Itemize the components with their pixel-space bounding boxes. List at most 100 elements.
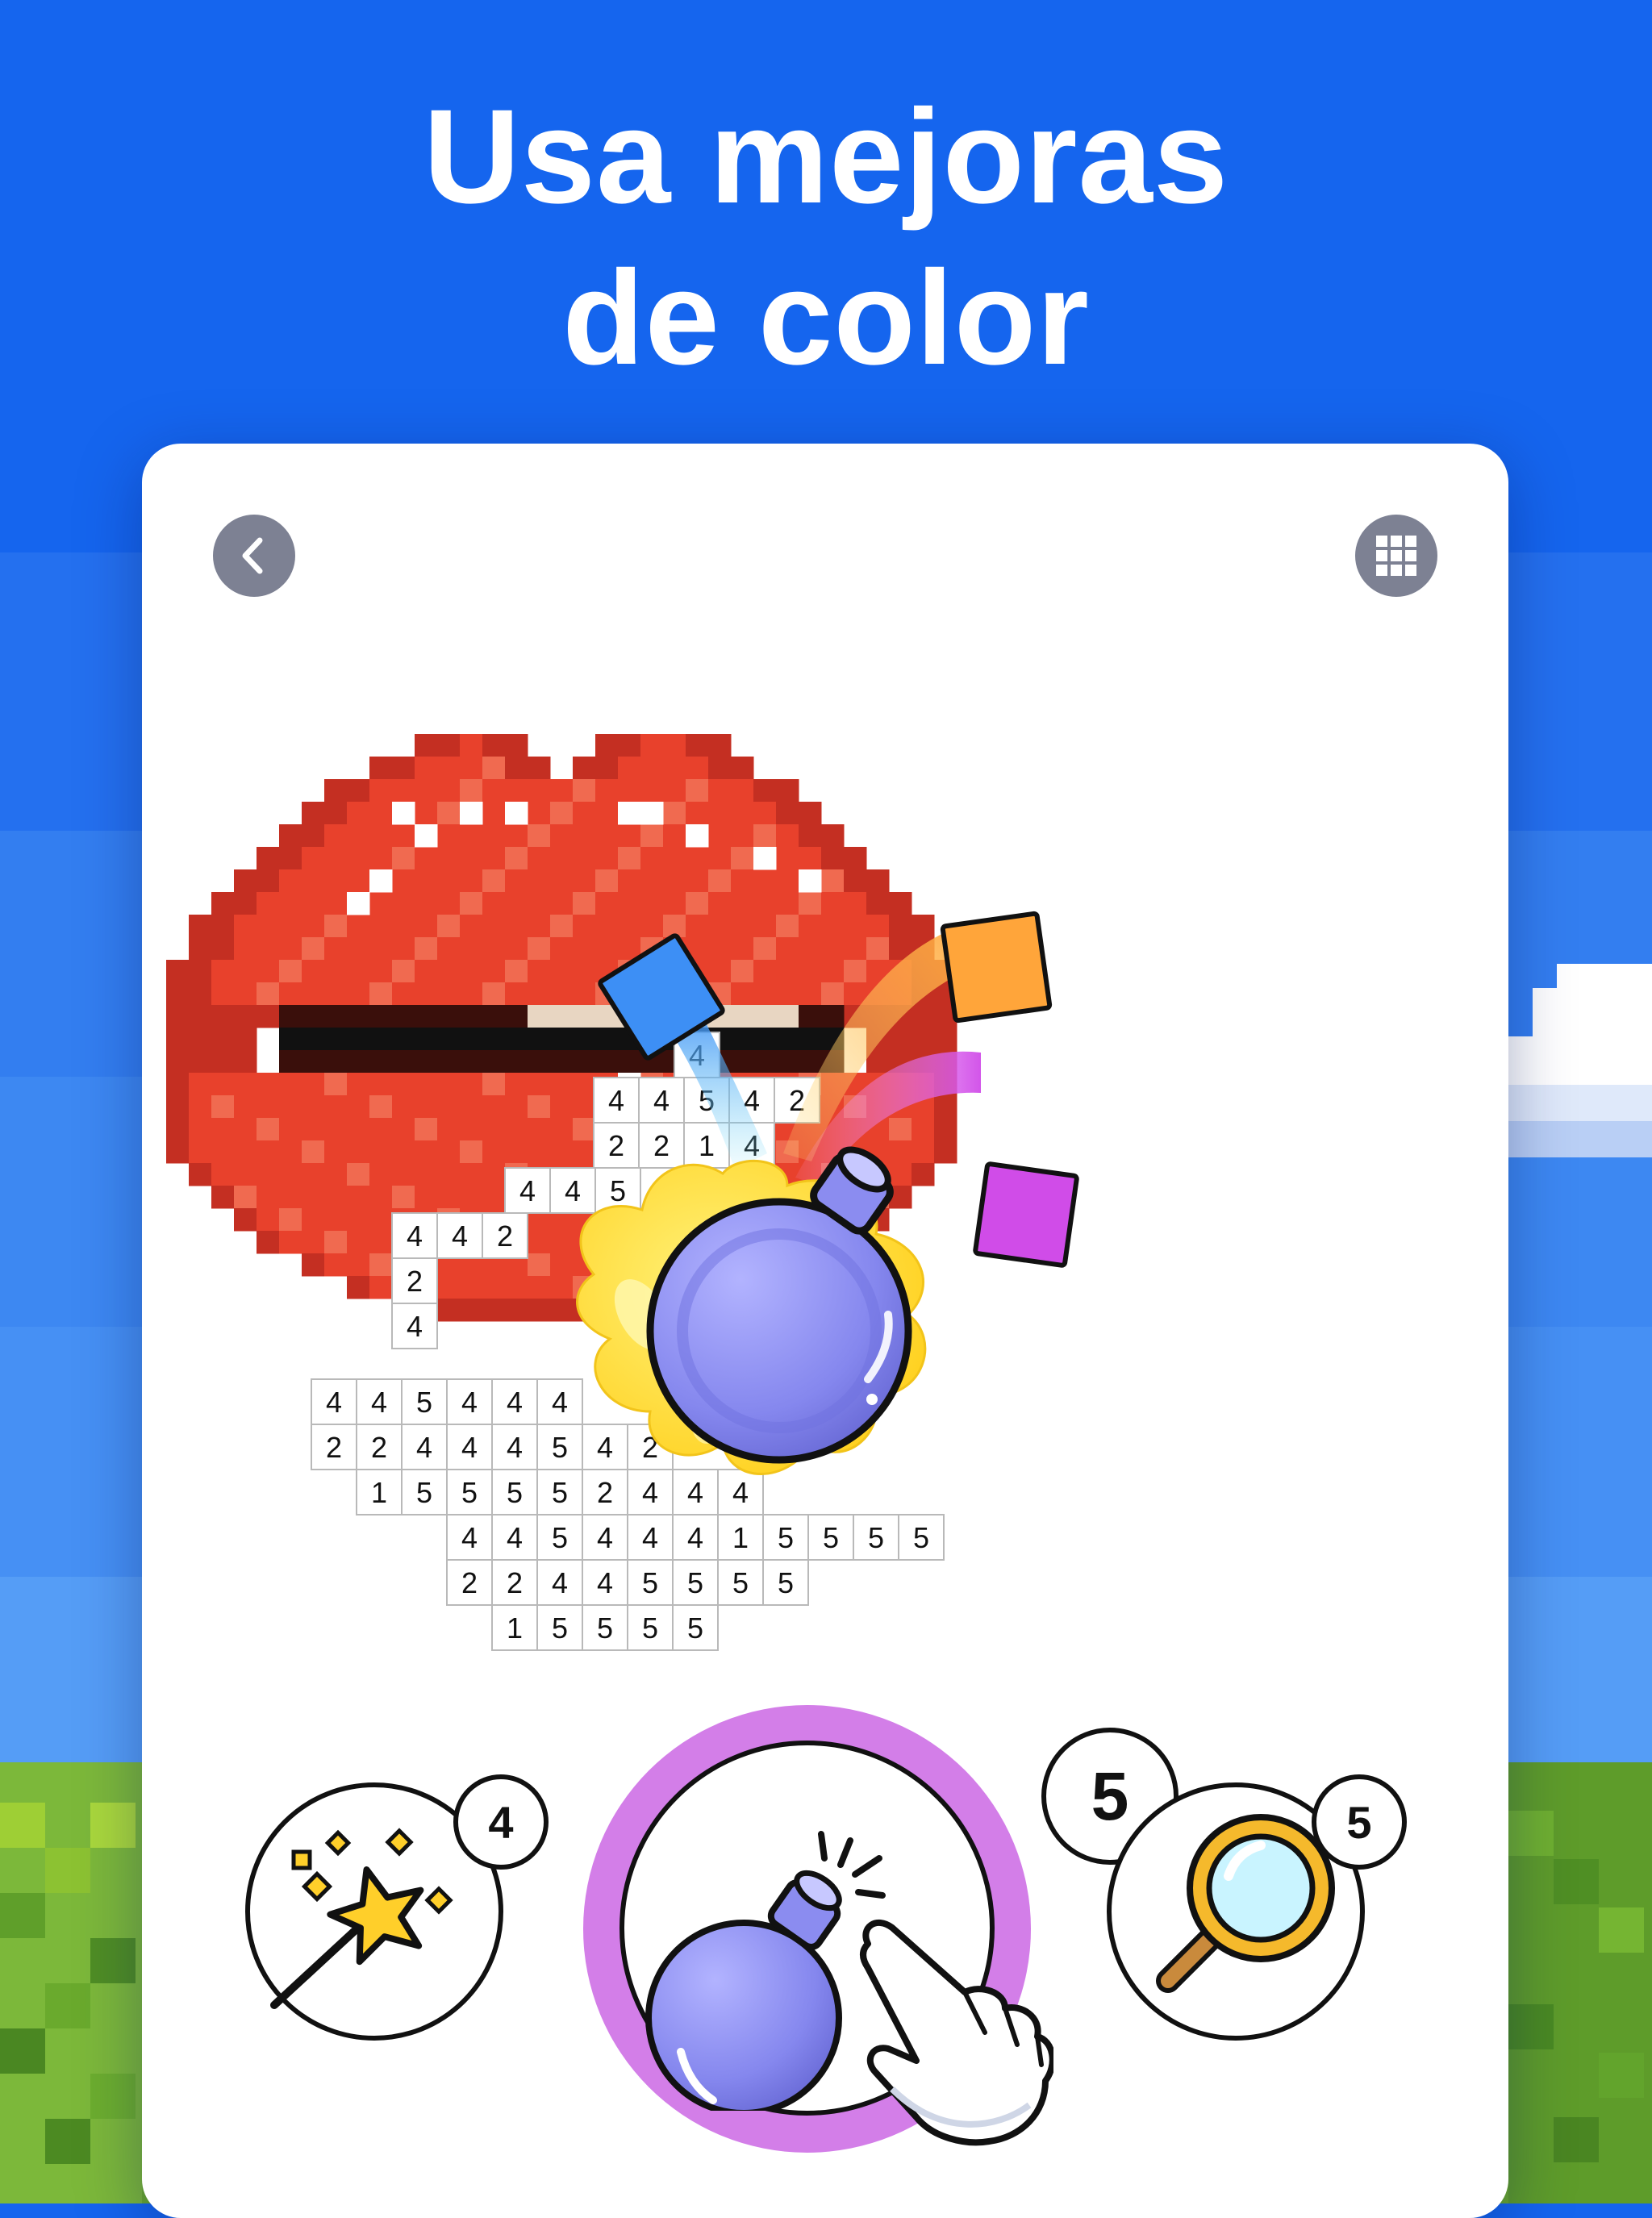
lip-pixel xyxy=(392,847,415,870)
swatch-purple xyxy=(973,1161,1079,1268)
lip-pixel xyxy=(821,869,845,893)
mouth-pixel xyxy=(392,1050,415,1074)
grid-cell-number: 4 xyxy=(326,1386,342,1419)
lip-pixel xyxy=(482,1095,506,1119)
lip-pixel xyxy=(482,982,506,1006)
lip-pixel xyxy=(731,824,754,848)
grid-cell-number: 5 xyxy=(687,1611,703,1645)
mouth-pixel xyxy=(595,1050,619,1074)
lip-pixel xyxy=(753,982,777,1006)
lip-pixel xyxy=(663,869,686,893)
lip-pixel xyxy=(324,1231,348,1254)
lip-pixel xyxy=(731,960,754,983)
mouth-pixel xyxy=(392,1028,415,1051)
lip-pixel xyxy=(460,1073,483,1096)
lip-pixel xyxy=(234,960,257,983)
lip-pixel xyxy=(618,869,641,893)
lip-pixel xyxy=(844,892,867,915)
lip-pixel xyxy=(257,892,280,915)
lip-pixel xyxy=(189,915,212,938)
lip-pixel xyxy=(324,982,348,1006)
lip-pixel xyxy=(415,779,438,803)
lip-pixel xyxy=(257,869,280,893)
mouth-pixel xyxy=(799,1028,822,1051)
lip-pixel xyxy=(369,802,393,825)
lip-pixel xyxy=(211,1186,235,1209)
mouth-pixel xyxy=(731,1028,754,1051)
mouth-pixel xyxy=(347,1028,370,1051)
lip-pixel xyxy=(528,1095,551,1119)
lip-pixel xyxy=(550,915,574,938)
lip-pixel xyxy=(460,1095,483,1119)
mouth-pixel xyxy=(324,1028,348,1051)
grid-cell-number: 4 xyxy=(608,1084,624,1117)
mouth-pixel xyxy=(347,1050,370,1074)
mouth-pixel xyxy=(482,1028,506,1051)
lip-pixel xyxy=(708,734,732,757)
pixel-artwork-canvas[interactable]: 4445422214445555442244454442244454215555… xyxy=(142,444,1508,1734)
lip-pixel xyxy=(753,915,777,938)
mouth-pixel xyxy=(528,1050,551,1074)
highlight-pixel xyxy=(799,869,822,893)
lip-pixel xyxy=(347,1208,370,1232)
lip-pixel xyxy=(505,937,528,961)
lip-pixel xyxy=(211,960,235,983)
lip-pixel xyxy=(528,1073,551,1096)
grid-cell-number: 5 xyxy=(416,1476,432,1509)
lip-pixel xyxy=(369,915,393,938)
mouth-pixel xyxy=(731,1005,754,1028)
highlight-pixel xyxy=(686,824,709,848)
lip-pixel xyxy=(324,1186,348,1209)
lip-pixel xyxy=(234,982,257,1006)
lip-pixel xyxy=(392,1073,415,1096)
lip-pixel xyxy=(437,915,461,938)
lip-pixel xyxy=(369,982,393,1006)
mouth-pixel xyxy=(415,1028,438,1051)
lip-pixel xyxy=(528,892,551,915)
lip-pixel xyxy=(302,1208,325,1232)
lip-pixel xyxy=(550,982,574,1006)
lip-pixel xyxy=(279,1163,302,1186)
lip-pixel xyxy=(369,847,393,870)
highlight-pixel xyxy=(753,847,777,870)
lip-pixel xyxy=(392,960,415,983)
grid-cell-number: 4 xyxy=(507,1521,523,1554)
mouth-pixel xyxy=(821,1005,845,1028)
mouth-pixel xyxy=(437,1028,461,1051)
lip-pixel xyxy=(618,757,641,780)
lip-pixel xyxy=(437,1095,461,1119)
grid-cell-number: 5 xyxy=(778,1566,794,1599)
grid-cell-number: 5 xyxy=(642,1566,658,1599)
grid-cell-number: 4 xyxy=(416,1431,432,1464)
lip-pixel xyxy=(934,1028,957,1051)
lip-pixel xyxy=(166,1140,190,1164)
lip-pixel xyxy=(460,1140,483,1164)
lip-pixel xyxy=(302,824,325,848)
grid-cell-number: 4 xyxy=(552,1386,568,1419)
lip-pixel xyxy=(708,802,732,825)
lip-pixel xyxy=(415,960,438,983)
lip-pixel xyxy=(776,892,799,915)
lip-pixel xyxy=(279,1073,302,1096)
grid-cell-number: 4 xyxy=(371,1386,387,1419)
lip-pixel xyxy=(595,824,619,848)
lip-pixel xyxy=(460,960,483,983)
pointing-hand-icon xyxy=(860,1920,1053,2146)
mouth-pixel xyxy=(618,1050,641,1074)
lip-pixel xyxy=(731,757,754,780)
lip-pixel xyxy=(731,915,754,938)
lip-pixel xyxy=(234,1140,257,1164)
mouth-pixel xyxy=(460,1005,483,1028)
lip-pixel xyxy=(460,892,483,915)
lip-pixel xyxy=(324,915,348,938)
lip-pixel xyxy=(640,779,664,803)
grid-cell-number: 5 xyxy=(461,1476,478,1509)
lip-pixel xyxy=(550,892,574,915)
lip-pixel xyxy=(392,869,415,893)
lip-pixel xyxy=(302,915,325,938)
lip-pixel xyxy=(189,1140,212,1164)
lip-pixel xyxy=(369,757,393,780)
lip-pixel xyxy=(257,1118,280,1141)
lip-pixel xyxy=(505,892,528,915)
lip-pixel xyxy=(460,869,483,893)
